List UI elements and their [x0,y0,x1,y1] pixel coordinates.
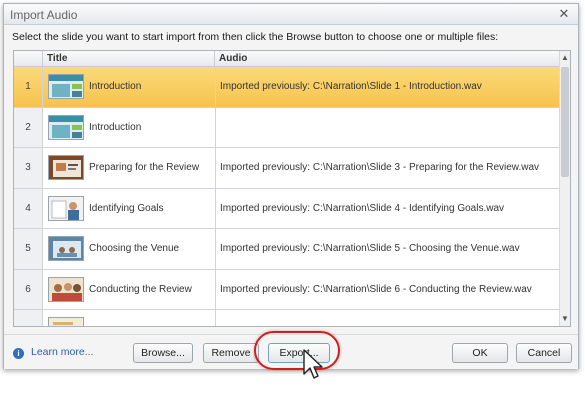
row-audio: Imported previously: C:\Narration\Slide … [220,202,505,214]
column-divider [215,229,216,269]
title-bar: Import Audio ✕ [4,4,578,25]
close-icon[interactable]: ✕ [556,6,572,22]
row-title: Conducting the Review [89,283,192,295]
dialog-title: Import Audio [10,8,78,22]
row-audio: Imported previously: C:\Narration\Slide … [220,162,540,173]
scroll-down-icon[interactable]: ▼ [560,312,570,326]
remove-button[interactable]: Remove [203,343,259,363]
row-number: 4 [14,188,43,228]
cancel-button[interactable]: Cancel [516,343,572,363]
slide-thumbnail [48,236,84,261]
browse-button[interactable]: Browse... [133,343,193,363]
row-title: Introduction [89,121,142,133]
scrollbar-thumb[interactable] [561,67,569,177]
slide-thumbnail [48,74,84,99]
import-audio-dialog: Import Audio ✕ Select the slide you want… [3,3,579,369]
row-number: 1 [14,67,43,107]
header-number [14,51,43,66]
learn-more-link[interactable]: Learn more... [31,346,93,358]
grid-header: Title Audio [14,51,561,67]
slide-thumbnail [48,155,84,180]
slides-grid: Title Audio 1 Introduction Imported prev… [13,50,571,327]
column-divider [215,67,216,107]
row-title: Identifying Goals [89,202,164,214]
instruction-text: Select the slide you want to start impor… [12,31,499,43]
header-audio: Audio [219,53,248,64]
info-icon[interactable]: i [13,348,24,359]
table-row[interactable]: 4 Identifying Goals Imported previously:… [14,188,561,229]
header-title: Title [43,51,215,66]
table-row[interactable]: 3 Preparing for the Review Imported prev… [14,148,561,189]
column-divider [215,188,216,228]
ok-button[interactable]: OK [452,343,508,363]
row-number: 5 [14,229,43,269]
table-row[interactable]: 1 Introduction Imported previously: C:\N… [14,67,561,108]
row-audio: Imported previously: C:\Narration\Slide … [220,81,482,92]
row-number: 6 [14,269,43,309]
row-title: Choosing the Venue [89,243,180,254]
slide-thumbnail [48,276,84,302]
row-audio: Imported previously: C:\Narration\Slide … [220,283,532,295]
column-divider [215,310,216,326]
scroll-up-icon[interactable]: ▲ [560,51,570,65]
row-title: Introduction [89,81,142,92]
arrow-cursor-icon [303,349,323,379]
export-highlight-ring [254,331,340,370]
row-number: 2 [14,107,43,147]
row-title: Preparing for the Review [89,162,200,173]
row-audio: Imported previously: C:\Narration\Slide … [220,243,520,254]
table-row-partial[interactable] [14,310,561,326]
grid-rows: 1 Introduction Imported previously: C:\N… [14,67,561,326]
table-row[interactable]: 5 Choosing the Venue Imported previously… [14,229,561,270]
column-divider [215,269,216,309]
slide-thumbnail [48,317,84,326]
slide-thumbnail [48,114,84,140]
slide-thumbnail [48,195,84,221]
row-number [14,310,43,326]
column-divider [215,148,216,188]
table-row[interactable]: 2 Introduction [14,107,561,148]
table-row[interactable]: 6 Conducting the Review Imported previou… [14,269,561,310]
column-divider [215,107,216,147]
row-number: 3 [14,148,43,188]
vertical-scrollbar[interactable]: ▲ ▼ [559,51,570,326]
